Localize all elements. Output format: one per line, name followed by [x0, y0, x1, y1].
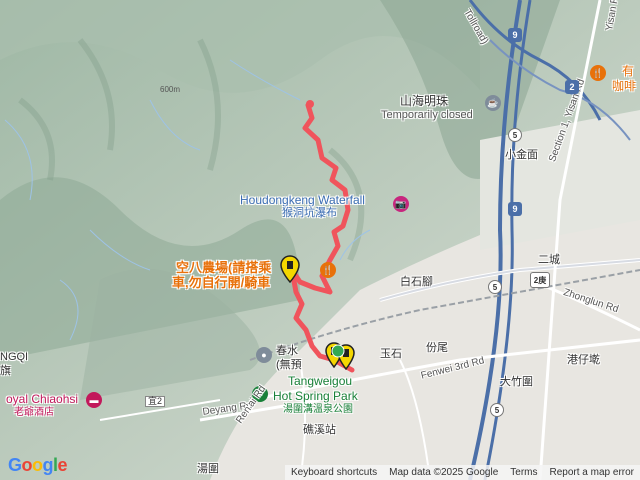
hotel-icon[interactable]: ▬: [86, 392, 102, 408]
route-shield-5a: 5: [508, 128, 522, 142]
label-cafe-1: 有: [622, 64, 635, 78]
label-royal-2: 老爺酒店: [14, 407, 54, 418]
route-shield-5c: 5: [490, 403, 504, 417]
park-pin[interactable]: [331, 344, 345, 362]
map-data-text: Map data ©2025 Google: [389, 467, 499, 478]
label-shanhai[interactable]: 山海明珠: [400, 95, 448, 107]
label-temporarily-closed: Temporarily closed: [381, 109, 473, 121]
label-chunshui: 春水: [276, 345, 298, 357]
label-tangweigou-zh: 湯圍溝溫泉公園: [283, 404, 353, 415]
cafe-restaurant-icon[interactable]: 🍴: [590, 65, 606, 81]
label-dazhuwei: 大竹圍: [500, 376, 533, 388]
label-fenwei: 份尾: [426, 342, 448, 354]
label-qi: 旗: [0, 365, 11, 377]
label-no-reservation: (無預: [276, 359, 302, 371]
route-shield-5b: 5: [488, 280, 502, 294]
place-icon[interactable]: ●: [256, 347, 272, 363]
restaurant-icon[interactable]: 🍴: [320, 262, 336, 278]
cafe-icon[interactable]: ☕: [485, 95, 501, 111]
contour-label-600: 600m: [160, 85, 181, 94]
label-tangwei: 湯圍: [197, 463, 219, 475]
label-houdongkeng-zh: 猴洞坑瀑布: [282, 207, 337, 219]
label-houdongkeng-en[interactable]: Houdongkeng Waterfall: [240, 194, 365, 206]
label-farm-line1[interactable]: 空八農場(請搭乘: [176, 261, 271, 274]
google-logo: Google: [8, 455, 68, 475]
label-ngqi: NGQI: [0, 351, 29, 363]
label-cafe-2: 咖啡: [612, 79, 637, 93]
terms-link[interactable]: Terms: [510, 467, 537, 478]
label-yushi: 玉石: [380, 348, 402, 360]
route-shield-9a: 9: [508, 28, 522, 42]
route-shield-9b: 9: [508, 202, 522, 216]
label-tangweigou-en-1[interactable]: Tangweigou: [288, 375, 352, 387]
label-farm-line2: 車,勿自行開/騎車: [172, 275, 271, 290]
route-shield-2: 2: [565, 80, 579, 94]
label-tangweigou-en-2: Hot Spring Park: [273, 389, 358, 403]
label-jiaoxi-station[interactable]: 礁溪站: [303, 425, 336, 436]
label-royal-1[interactable]: oyal Chiaohsi: [6, 393, 78, 405]
label-gangzaifan: 港仔墘: [567, 354, 600, 366]
keyboard-shortcuts-link[interactable]: Keyboard shortcuts: [291, 467, 377, 478]
map-footer: Keyboard shortcuts Map data ©2025 Google…: [284, 465, 640, 480]
label-xiaojinmian: 小金面: [505, 149, 538, 161]
attraction-icon[interactable]: 📷: [393, 196, 409, 212]
label-baishijiao: 白石腳: [400, 276, 433, 288]
route-shield-yi2: 宜2: [145, 396, 166, 407]
label-erjia: 二城: [538, 254, 560, 266]
start-pin[interactable]: [280, 255, 300, 283]
route-shield-2b: 2庚: [530, 272, 550, 288]
report-error-link[interactable]: Report a map error: [550, 467, 634, 478]
